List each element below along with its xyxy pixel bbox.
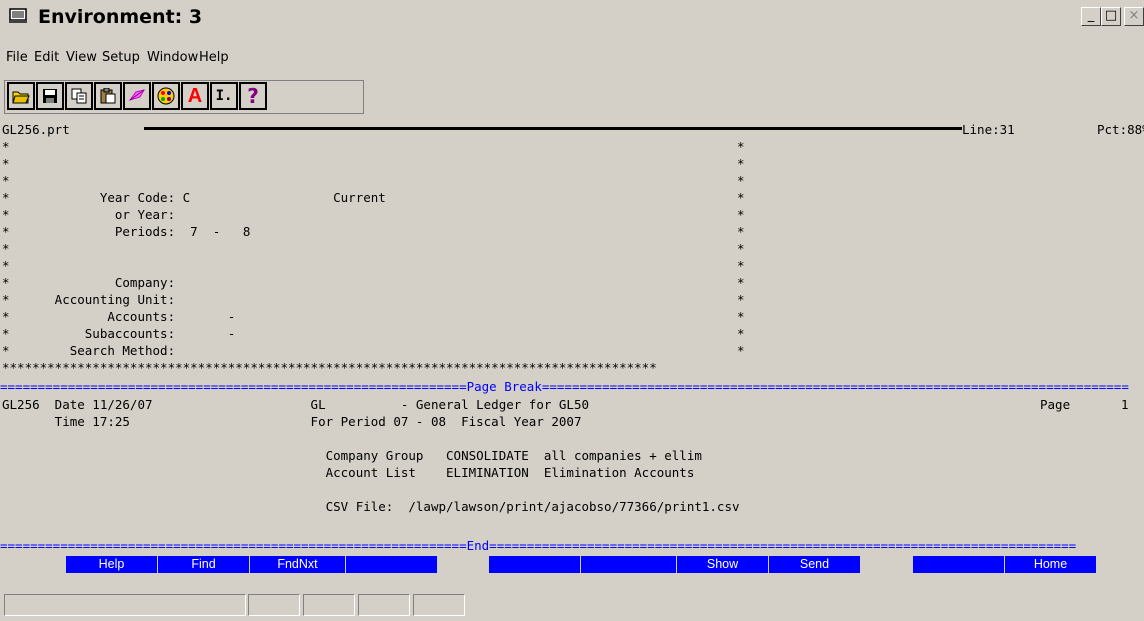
- report-parameters: * * * * Year Code: C Current * or Year: …: [2, 138, 750, 376]
- fkey-send[interactable]: Send: [769, 556, 861, 573]
- box-edge-mark: *: [737, 156, 745, 171]
- param-line: *: [2, 139, 10, 154]
- fkey-show[interactable]: Show: [677, 556, 769, 573]
- page-break-rule: ========================================…: [0, 379, 467, 394]
- page-break-line: ========================================…: [0, 378, 1144, 395]
- window-title: Environment: 3: [38, 6, 203, 28]
- font-icon[interactable]: A: [181, 82, 209, 110]
- box-edge-mark: *: [737, 190, 745, 205]
- box-edge-mark: *: [737, 241, 745, 256]
- box-edge-mark: *: [737, 326, 745, 341]
- box-edge-mark: *: [737, 292, 745, 307]
- year-code-line: * Year Code: C Current: [2, 190, 386, 205]
- subaccounts-line: * Subaccounts: -: [2, 326, 236, 341]
- end-line: ========================================…: [0, 537, 1144, 554]
- page-label: Page: [1040, 397, 1071, 412]
- fkey-blank[interactable]: [581, 556, 677, 573]
- menu-setup[interactable]: Setup: [102, 50, 140, 65]
- status-panel: [358, 594, 410, 616]
- csv-file-line: CSV File: /lawp/lawson/print/ajacobso/77…: [2, 499, 740, 514]
- status-panel-main: [4, 594, 246, 616]
- end-rule: ========================================…: [0, 538, 467, 553]
- copy-icon[interactable]: [65, 82, 93, 110]
- close-button[interactable]: ×: [1124, 7, 1144, 26]
- box-edge-mark: *: [737, 173, 745, 188]
- menu-edit[interactable]: Edit: [34, 50, 59, 65]
- page-break-rule: ========================================…: [541, 379, 1129, 394]
- box-edge-mark: *: [737, 224, 745, 239]
- pct-indicator: Pct:88%: [1097, 122, 1144, 137]
- param-line: *: [2, 258, 10, 273]
- status-panel: [413, 594, 465, 616]
- fkey-blank[interactable]: [489, 556, 581, 573]
- search-method-line: * Search Method:: [2, 343, 176, 358]
- end-label: End: [466, 538, 490, 553]
- fkey-help[interactable]: Help: [66, 556, 158, 573]
- param-line: *: [2, 241, 10, 256]
- stars-line: ****************************************…: [2, 360, 657, 375]
- parameter-box-right-edge: * * * * * * * * * * * * *: [737, 138, 745, 359]
- status-panel: [303, 594, 355, 616]
- menu-help[interactable]: Help: [199, 50, 229, 65]
- page-number: 1: [1121, 397, 1129, 412]
- fkey-find[interactable]: Find: [158, 556, 250, 573]
- box-edge-mark: *: [737, 343, 745, 358]
- or-year-line: * or Year:: [2, 207, 176, 222]
- company-group-line: Company Group CONSOLIDATE all companies …: [2, 448, 702, 463]
- status-panel: [248, 594, 300, 616]
- maximize-button[interactable]: □: [1101, 7, 1121, 26]
- cursor-icon[interactable]: I.: [210, 82, 238, 110]
- minimize-button[interactable]: _: [1081, 7, 1101, 26]
- accounting-unit-line: * Accounting Unit:: [2, 292, 176, 307]
- box-edge-mark: *: [737, 275, 745, 290]
- report-period-line: Time 17:25 For Period 07 - 08 Fiscal Yea…: [2, 414, 582, 429]
- print-icon[interactable]: [123, 82, 151, 110]
- print-file-name: GL256.prt: [2, 121, 74, 138]
- terminal-window-icon: [9, 8, 27, 23]
- periods-line: * Periods: 7 - 8: [2, 224, 251, 239]
- fkey-blank[interactable]: [346, 556, 438, 573]
- box-edge-mark: *: [737, 258, 745, 273]
- menu-view[interactable]: View: [66, 50, 97, 65]
- fkey-home[interactable]: Home: [1005, 556, 1097, 573]
- param-line: *: [2, 173, 10, 188]
- report-title-line: GL256 Date 11/26/07 GL - General Ledger …: [2, 397, 589, 412]
- box-edge-mark: *: [737, 139, 745, 154]
- save-icon[interactable]: [36, 82, 64, 110]
- line-indicator: Line:31: [962, 121, 1015, 138]
- box-edge-mark: *: [737, 207, 745, 222]
- fkey-fndnxt[interactable]: FndNxt: [250, 556, 346, 573]
- end-rule: ========================================…: [489, 538, 1077, 553]
- param-line: *: [2, 156, 10, 171]
- fkey-blank[interactable]: [913, 556, 1005, 573]
- accounts-line: * Accounts: -: [2, 309, 236, 324]
- report-header: GL256 Date 11/26/07 GL - General Ledger …: [2, 396, 740, 515]
- open-icon[interactable]: [7, 82, 35, 110]
- menu-file[interactable]: File: [6, 50, 28, 65]
- color-icon[interactable]: [152, 82, 180, 110]
- account-list-line: Account List ELIMINATION Elimination Acc…: [2, 465, 695, 480]
- page-break-label: Page Break: [466, 379, 542, 394]
- menu-window[interactable]: Window: [147, 50, 198, 65]
- company-line: * Company:: [2, 275, 176, 290]
- help-icon[interactable]: ?: [239, 82, 267, 110]
- box-edge-mark: *: [737, 309, 745, 324]
- paste-icon[interactable]: [94, 82, 122, 110]
